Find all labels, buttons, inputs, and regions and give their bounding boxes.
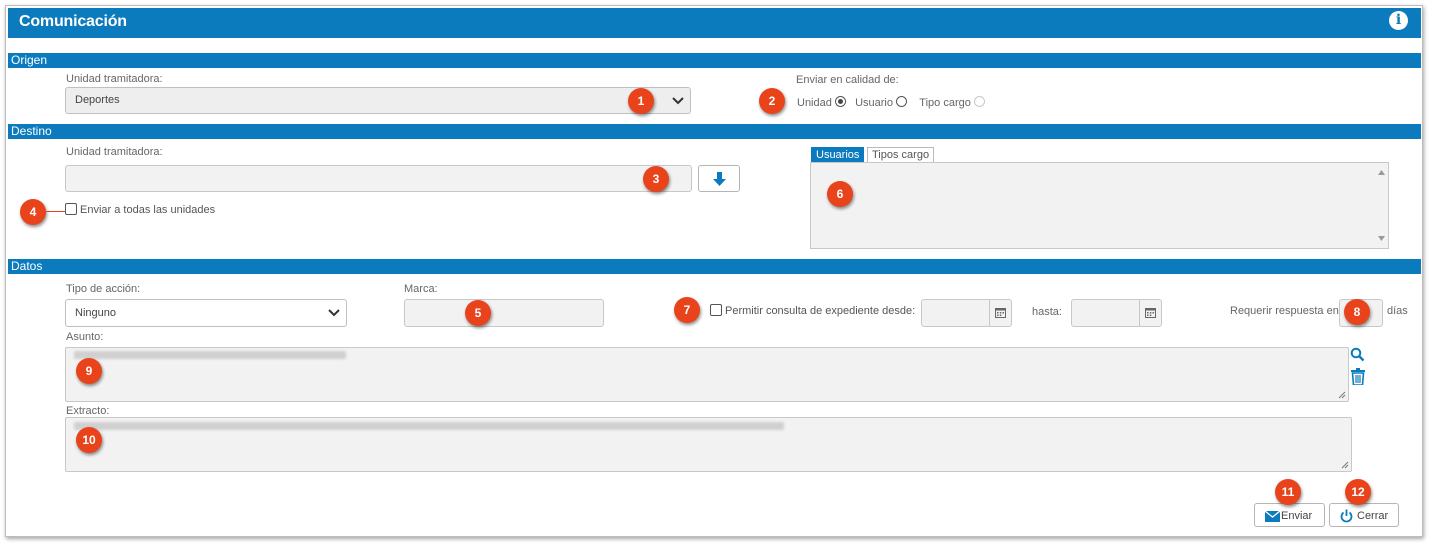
extracto-textarea[interactable] xyxy=(65,417,1352,472)
fecha-hasta-calendar-button[interactable] xyxy=(1139,300,1161,326)
marca-label: Marca: xyxy=(404,283,438,295)
list-scrollbar[interactable] xyxy=(1375,163,1388,248)
dialog-title: Comunicación xyxy=(19,13,127,30)
permitir-consulta-checkbox[interactable] xyxy=(710,304,722,316)
enviar-calidad-options: Unidad Usuario Tipo cargo xyxy=(797,96,985,109)
chevron-down-icon xyxy=(672,96,684,104)
destino-unidad-label: Unidad tramitadora: xyxy=(66,146,163,158)
origen-unidad-label: Unidad tramitadora: xyxy=(66,73,163,85)
chevron-down-icon xyxy=(328,309,340,317)
fecha-desde-input[interactable] xyxy=(921,299,1012,327)
info-icon[interactable]: i xyxy=(1389,11,1408,30)
calendar-icon xyxy=(995,308,1006,318)
callout-badge-12: 12 xyxy=(1345,479,1371,505)
fecha-hasta-input[interactable] xyxy=(1071,299,1162,327)
destino-unidad-input[interactable] xyxy=(65,165,692,192)
enviar-label: Enviar xyxy=(1281,510,1313,522)
asunto-textarea[interactable] xyxy=(65,347,1349,402)
fecha-desde-calendar-button[interactable] xyxy=(989,300,1011,326)
section-datos: Datos xyxy=(8,259,1421,274)
hasta-label: hasta: xyxy=(1032,306,1062,318)
radio-usuario[interactable] xyxy=(896,96,908,107)
option-unidad-label: Unidad xyxy=(797,97,832,109)
tab-tipos-cargo[interactable]: Tipos cargo xyxy=(867,147,935,162)
callout-badge-7: 7 xyxy=(674,297,700,323)
permitir-consulta-label: Permitir consulta de expediente desde: xyxy=(725,305,916,317)
tab-usuarios[interactable]: Usuarios xyxy=(811,147,865,162)
enviar-todas-checkbox[interactable] xyxy=(65,203,77,215)
origen-unidad-select[interactable]: Deportes xyxy=(65,87,691,114)
asunto-redacted-text xyxy=(74,351,346,359)
scroll-up-icon[interactable] xyxy=(1378,170,1385,175)
marca-input[interactable] xyxy=(404,299,604,327)
cerrar-label: Cerrar xyxy=(1357,510,1389,522)
enviar-button[interactable]: Enviar xyxy=(1254,503,1325,527)
tipo-accion-label: Tipo de acción: xyxy=(66,283,141,295)
usuarios-list-panel[interactable] xyxy=(810,162,1389,249)
search-icon[interactable] xyxy=(1350,347,1365,362)
resize-handle-icon[interactable] xyxy=(1341,461,1349,469)
origen-unidad-value: Deportes xyxy=(75,94,120,106)
cerrar-button[interactable]: Cerrar xyxy=(1329,503,1399,527)
dias-label: días xyxy=(1387,305,1408,317)
callout-badge-9: 9 xyxy=(76,358,102,384)
callout-badge-8: 8 xyxy=(1344,299,1370,325)
callout-badge-10: 10 xyxy=(76,427,102,453)
dialog-title-bar: Comunicación i xyxy=(8,8,1421,38)
callout-line xyxy=(46,211,65,212)
resize-handle-icon[interactable] xyxy=(1338,391,1346,399)
extracto-label: Extracto: xyxy=(66,405,110,417)
radio-unidad[interactable] xyxy=(834,96,846,107)
extracto-redacted-text xyxy=(74,422,784,430)
tipo-accion-value: Ninguno xyxy=(75,307,116,319)
option-tipo-cargo-label: Tipo cargo xyxy=(919,97,971,109)
calendar-icon xyxy=(1145,308,1156,318)
callout-badge-5: 5 xyxy=(465,300,491,326)
callout-badge-4: 4 xyxy=(20,199,46,225)
add-unidad-button[interactable] xyxy=(698,165,740,192)
callout-badge-11: 11 xyxy=(1275,479,1301,505)
envelope-icon xyxy=(1265,511,1280,522)
callout-badge-1: 1 xyxy=(628,88,654,114)
section-origen: Origen xyxy=(8,53,1421,68)
enviar-calidad-label: Enviar en calidad de: xyxy=(796,74,899,86)
scroll-down-icon[interactable] xyxy=(1378,236,1385,241)
radio-tipo-cargo xyxy=(973,96,985,107)
section-destino: Destino xyxy=(8,124,1421,139)
tipo-accion-select[interactable]: Ninguno xyxy=(65,299,347,327)
requerir-respuesta-label: Requerir respuesta en xyxy=(1230,305,1339,317)
callout-badge-2: 2 xyxy=(759,88,785,114)
enviar-todas-label: Enviar a todas las unidades xyxy=(80,204,216,216)
option-usuario-label: Usuario xyxy=(855,97,893,109)
asunto-label: Asunto: xyxy=(66,331,104,343)
arrow-down-icon xyxy=(713,172,726,186)
callout-badge-6: 6 xyxy=(827,181,853,207)
power-icon xyxy=(1340,509,1353,523)
trash-icon[interactable] xyxy=(1351,368,1365,385)
callout-badge-3: 3 xyxy=(643,166,669,192)
